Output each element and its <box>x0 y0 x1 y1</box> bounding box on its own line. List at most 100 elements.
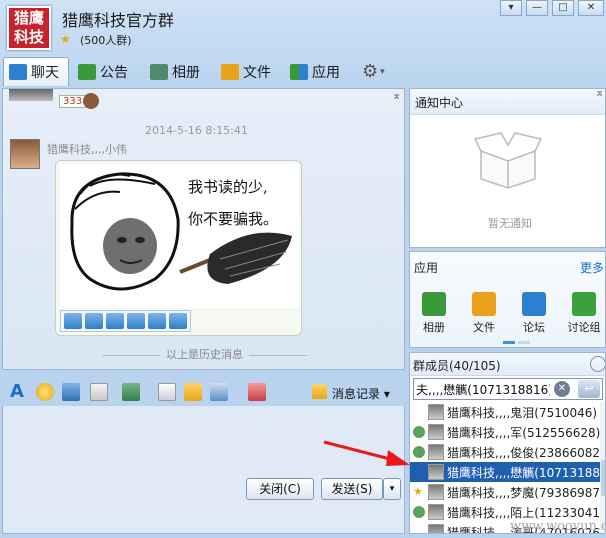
group-logo[interactable]: 猎鹰 科技 <box>7 6 51 50</box>
collapse-icon[interactable]: ⌅ <box>392 89 401 102</box>
logo-line-1: 猎鹰 <box>13 9 44 27</box>
member-row[interactable]: ★ 猎鹰科技,,,,梦魔(79386987) <box>410 482 600 502</box>
send-button[interactable]: 发送(S) <box>321 478 383 500</box>
app-label: 文件 <box>473 321 495 334</box>
message-record-icon <box>312 384 327 399</box>
tab-files[interactable]: 文件 <box>221 57 271 86</box>
enter-icon[interactable]: ↩ <box>578 380 600 398</box>
status-icon <box>413 406 425 418</box>
app-forum[interactable]: 论坛 <box>514 292 554 335</box>
tab-chat[interactable]: 聊天 <box>3 57 69 86</box>
tab-bar: 聊天 公告 相册 文件 应用 ⚙ ▾ <box>0 57 606 87</box>
apps-page-indicator[interactable] <box>518 341 530 344</box>
notice-center-title: 通知中心 <box>410 89 605 115</box>
avatar <box>428 404 444 420</box>
favorite-icon[interactable] <box>169 313 187 329</box>
meme-image[interactable]: 我书读的少, 你不要骗我。 <box>60 164 299 308</box>
shake-icon[interactable] <box>62 383 80 401</box>
close-window-button[interactable]: ✕ <box>578 0 604 16</box>
member-row[interactable]: 猎鹰科技,,,,鬼泪(7510046) <box>410 402 600 422</box>
message-record-button[interactable]: 消息记录 ▾ <box>332 385 390 402</box>
member-list-scrollbar[interactable] <box>600 402 605 533</box>
watermark: www.wooyun.org <box>510 519 606 534</box>
more-icon[interactable] <box>248 383 266 401</box>
app-album[interactable]: 相册 <box>414 292 454 335</box>
share-icon[interactable] <box>148 313 166 329</box>
send-options-dropdown[interactable]: ▾ <box>383 478 401 500</box>
file-icon[interactable] <box>158 383 176 401</box>
sender-name[interactable]: 猎鹰科技,,,,小伟 <box>47 141 127 157</box>
members-panel: 群成员(40/105) ✕ ↩ 猎鹰科技,,,,鬼泪(7510046) 猎鹰科技… <box>409 352 606 534</box>
tab-label: 文件 <box>243 64 271 81</box>
edit-icon[interactable] <box>127 313 145 329</box>
maximize-button[interactable]: □ <box>552 0 574 16</box>
folder-icon <box>472 292 496 316</box>
collapse-right-icon[interactable]: ⌅ <box>595 86 604 99</box>
image-icon[interactable] <box>122 383 140 401</box>
settings-gear-icon[interactable]: ⚙ ▾ <box>362 57 385 86</box>
avatar <box>428 484 444 500</box>
menu-button[interactable]: ▾ <box>500 0 522 16</box>
discussion-icon <box>572 292 596 316</box>
copy-icon[interactable] <box>106 313 124 329</box>
online-status-icon <box>413 506 425 518</box>
scrollbar-thumb[interactable] <box>601 460 605 496</box>
sender-avatar[interactable] <box>10 139 40 169</box>
red-arrow-annotation <box>323 440 410 466</box>
group-title: 猎鹰科技官方群 <box>62 11 175 30</box>
clear-icon[interactable]: ✕ <box>554 381 570 397</box>
doodle-icon[interactable] <box>90 383 108 401</box>
tab-announcement[interactable]: 公告 <box>78 57 128 86</box>
avatar <box>428 504 444 520</box>
star-icon: ★ <box>413 485 423 498</box>
message-record-label: 消息记录 <box>332 387 381 401</box>
online-status-icon <box>413 446 425 458</box>
avatar <box>428 424 444 440</box>
chat-history[interactable]: ⌅ 333 2014-5-16 8:15:41 猎鹰科技,,,,小伟 我书读的少… <box>2 88 405 370</box>
qq-group-window: 猎鹰 科技 猎鹰科技官方群 ★ (500人群) ▾ — □ ✕ 聊天 公告 相册… <box>0 0 606 538</box>
apps-page-indicator-active[interactable] <box>503 341 515 344</box>
message-input[interactable] <box>2 406 405 534</box>
members-count: 群成员(40/105) <box>413 359 501 373</box>
chat-icon <box>9 64 27 80</box>
screenshot-icon[interactable] <box>210 383 228 401</box>
save-icon[interactable] <box>85 313 103 329</box>
member-row-selected[interactable]: 猎鹰科技,,,,懋觽(10713188… <box>410 462 600 482</box>
tab-label: 聊天 <box>31 65 59 81</box>
message-bubble: 我书读的少, 你不要骗我。 <box>55 160 302 336</box>
app-files[interactable]: 文件 <box>464 292 504 335</box>
avatar <box>428 524 444 533</box>
font-icon[interactable]: A <box>10 383 28 401</box>
member-name: 猎鹰科技,,,,懋觽(10713188… <box>447 465 600 480</box>
apps-icon <box>290 63 308 80</box>
apps-more-link[interactable]: 更多 <box>580 259 604 276</box>
tab-album[interactable]: 相册 <box>150 57 200 86</box>
search-icon[interactable] <box>590 356 605 372</box>
gift-icon[interactable] <box>184 383 202 401</box>
members-title: 群成员(40/105) <box>410 353 605 376</box>
album-icon <box>422 292 446 316</box>
minimize-button[interactable]: — <box>526 0 548 16</box>
member-row[interactable]: 猎鹰科技,,,,军(512556628) <box>410 422 600 442</box>
member-row[interactable]: 猎鹰科技,,,,俊俊(23866082… <box>410 442 600 462</box>
app-discussion[interactable]: 讨论组 <box>562 292 606 335</box>
app-label: 相册 <box>423 321 445 334</box>
prev-message-image <box>9 89 53 101</box>
star-icon: ★ <box>60 32 71 46</box>
folder-icon <box>221 63 239 80</box>
member-name: 猎鹰科技,,,,鬼泪(7510046) <box>447 405 598 420</box>
meme-text-line-1: 我书读的少, <box>188 178 268 196</box>
online-status-icon <box>413 426 425 438</box>
megaphone-icon <box>78 63 96 80</box>
add-emoji-icon[interactable] <box>64 313 82 329</box>
close-button[interactable]: 关闭(C) <box>246 478 314 500</box>
tab-label: 相册 <box>172 64 200 81</box>
status-icon <box>413 526 425 533</box>
member-search-input[interactable] <box>416 381 550 397</box>
message-timestamp: 2014-5-16 8:15:41 <box>145 124 248 137</box>
member-name: 猎鹰科技,,,,陌上(11233041… <box>447 505 600 520</box>
tab-apps[interactable]: 应用 <box>290 57 340 86</box>
member-name: 猎鹰科技,,,,俊俊(23866082… <box>447 445 600 460</box>
apps-panel: 应用 更多 相册 文件 论坛 讨论组 <box>409 251 606 348</box>
emoji-icon[interactable] <box>36 383 54 401</box>
